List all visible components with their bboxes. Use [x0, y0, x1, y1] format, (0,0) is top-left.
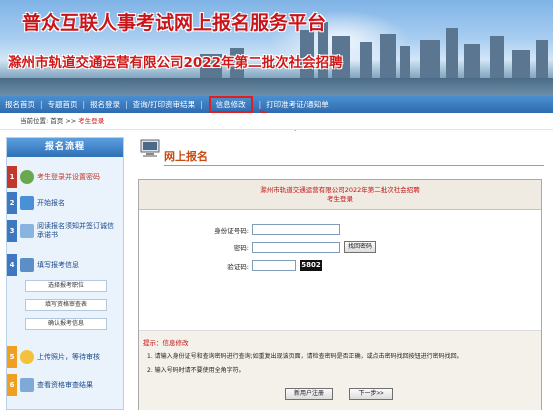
login-box-header: 滁州市轨道交通运营有限公司2022年第二批次社会招聘 考生登录 — [139, 180, 541, 210]
document-icon — [20, 196, 34, 210]
title-divider — [164, 165, 544, 166]
banner-building — [380, 34, 396, 80]
step-number: 2 — [7, 192, 17, 214]
step-label: 上传照片，等待审核 — [37, 352, 100, 361]
login-title: 考生登录 — [327, 195, 353, 203]
site-subtitle: 滁州市轨道交通运营有限公司2022年第二批次社会招聘 — [8, 55, 343, 71]
breadcrumb-current: 考生登录 — [78, 117, 105, 125]
step-label: 考生登录并设置密码 — [37, 172, 100, 181]
breadcrumb: 当前位置: 首页 >> 考生登录 — [0, 113, 553, 130]
step-number: 4 — [7, 254, 17, 276]
process-sidebar: 报名流程 1 考生登录并设置密码 2 开始报名 3 阅读报名须知并签订诚信承诺书… — [6, 137, 124, 410]
banner-building — [490, 36, 504, 80]
recruitment-title: 滁州市轨道交通运营有限公司2022年第二批次社会招聘 — [260, 186, 420, 194]
tips-label: 提示：信息修改 — [143, 339, 189, 347]
password-input[interactable] — [252, 241, 340, 253]
step-label: 查看资格审查结果 — [37, 380, 93, 389]
banner-building — [512, 50, 530, 80]
nav-item-modify-info[interactable]: 信息修改 — [208, 96, 253, 113]
page: 普众互联人事考试网上报名服务平台 滁州市轨道交通运营有限公司2022年第二批次社… — [0, 0, 553, 410]
breadcrumb-prefix: 当前位置: 首页 >> — [20, 117, 79, 125]
banner: 普众互联人事考试网上报名服务平台 滁州市轨道交通运营有限公司2022年第二批次社… — [0, 0, 553, 96]
step-label: 阅读报名须知并签订诚信承诺书 — [37, 222, 114, 239]
login-box: 滁州市轨道交通运营有限公司2022年第二批次社会招聘 考生登录 身份证号码: 密… — [138, 179, 542, 410]
step-label: 开始报名 — [37, 198, 65, 207]
step-view-result[interactable]: 6 查看资格审查结果 — [7, 374, 123, 396]
nav-item-login[interactable]: 报名登录 — [85, 96, 125, 113]
step-number: 3 — [7, 220, 17, 242]
step-upload-photo[interactable]: 5 上传照片，等待审核 — [7, 346, 123, 368]
banner-building — [464, 44, 480, 80]
step-label: 填写报考信息 — [37, 260, 79, 269]
banner-building — [446, 28, 458, 80]
top-nav: 报名首页 | 专题首页 | 报名登录 | 查询/打印资审结果 | 信息修改 | … — [0, 96, 553, 113]
sub-button-fill-review-form[interactable]: 填写资格审查表 — [25, 299, 107, 311]
password-label: 密码: — [233, 244, 249, 252]
banner-water — [0, 78, 553, 96]
smiley-icon — [20, 350, 34, 364]
captcha-input[interactable] — [252, 260, 296, 271]
step-login[interactable]: 1 考生登录并设置密码 — [7, 166, 123, 188]
notice-icon — [20, 224, 34, 238]
sub-button-confirm-info[interactable]: 确认报考信息 — [25, 318, 107, 330]
tip-item: 2. 输入号码时请不要使用全角字符。 — [147, 367, 245, 374]
register-button[interactable]: 新用户注册 — [285, 388, 333, 400]
nav-separator: | — [200, 100, 203, 109]
id-row: 身份证号码: — [179, 224, 340, 235]
sidebar-title: 报名流程 — [7, 138, 123, 157]
banner-building — [400, 46, 410, 80]
step-fill-info[interactable]: 4 填写报考信息 — [7, 254, 123, 276]
step-number: 5 — [7, 346, 17, 368]
password-row: 密码: 找回密码 — [179, 241, 377, 253]
main-content: 网上报名 滁州市轨道交通运营有限公司2022年第二批次社会招聘 考生登录 身份证… — [130, 137, 548, 410]
captcha-label: 验证码: — [227, 262, 249, 271]
captcha-row: 验证码: 5802 — [179, 260, 322, 271]
sub-button-select-position[interactable]: 选择报考职位 — [25, 280, 107, 292]
tip-item: 1. 请输入身份证号和查询密码进行查询;如重复出现该页面，请检查密码是否正确，或… — [147, 353, 463, 360]
banner-building — [360, 42, 372, 80]
step-number: 6 — [7, 374, 17, 396]
step-number: 1 — [7, 166, 17, 188]
tips-panel: 提示：信息修改 1. 请输入身份证号和查询密码进行查询;如重复出现该页面，请检查… — [139, 330, 541, 410]
next-button[interactable]: 下一步>> — [349, 388, 393, 400]
computer-icon — [140, 139, 160, 157]
content-title: 网上报名 — [164, 150, 208, 163]
banner-building — [420, 40, 440, 80]
search-doc-icon — [20, 378, 34, 392]
captcha-image[interactable]: 5802 — [300, 260, 322, 271]
user-icon — [20, 170, 34, 184]
id-number-input[interactable] — [252, 224, 340, 235]
find-password-button[interactable]: 找回密码 — [344, 241, 377, 253]
site-title: 普众互联人事考试网上报名服务平台 — [22, 12, 327, 34]
edit-icon — [20, 258, 34, 272]
banner-building — [536, 40, 548, 80]
nav-item-print-ticket[interactable]: 打印准考证/通知单 — [261, 96, 334, 113]
nav-item-query-print[interactable]: 查询/打印资审结果 — [128, 96, 201, 113]
step-read-notice[interactable]: 3 阅读报名须知并签订诚信承诺书 — [7, 220, 123, 242]
step-start[interactable]: 2 开始报名 — [7, 192, 123, 214]
nav-item-topic-home[interactable]: 专题首页 — [43, 96, 83, 113]
nav-item-home[interactable]: 报名首页 — [0, 96, 40, 113]
id-label: 身份证号码: — [214, 226, 249, 235]
